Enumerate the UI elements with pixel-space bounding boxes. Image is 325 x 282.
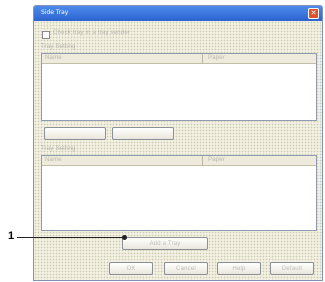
top-col-paper[interactable]: Paper (208, 55, 225, 61)
top-list-header: Name Paper (42, 54, 316, 64)
bottom-list-header: Name Paper (42, 156, 316, 166)
bottom-tray-list[interactable]: Name Paper (41, 155, 317, 231)
callout-leader-line (17, 237, 124, 238)
dialog-window: Side Tray ✕ Check tray in a tray sender … (33, 5, 323, 281)
dialog-title: Side Tray (41, 9, 69, 16)
top-col-divider[interactable] (202, 54, 203, 64)
title-bar[interactable]: Side Tray ✕ (34, 6, 322, 21)
top-col-name[interactable]: Name (45, 55, 62, 61)
top-group-label: Tray Setting (41, 44, 76, 50)
bottom-col-paper[interactable]: Paper (208, 157, 225, 163)
remove-button[interactable] (112, 127, 174, 140)
help-button[interactable]: Help (217, 262, 261, 275)
bottom-col-name[interactable]: Name (45, 157, 62, 163)
default-button[interactable]: Default (270, 262, 314, 275)
add-tray-button[interactable]: Add a Tray (122, 237, 208, 250)
ok-button[interactable]: OK (109, 262, 153, 275)
bottom-col-divider[interactable] (202, 156, 203, 166)
checkbox-label: Check tray in a tray sender (53, 30, 131, 36)
callout-number: 1 (8, 230, 15, 242)
close-button[interactable]: ✕ (308, 8, 319, 19)
callout-dot (122, 235, 127, 240)
bottom-group-label: Tray Setting (41, 146, 76, 152)
top-tray-list[interactable]: Name Paper (41, 53, 317, 121)
add-button[interactable] (44, 127, 106, 140)
tray-checkbox[interactable] (42, 31, 50, 39)
close-icon: ✕ (310, 9, 317, 17)
cancel-button[interactable]: Cancel (164, 262, 208, 275)
